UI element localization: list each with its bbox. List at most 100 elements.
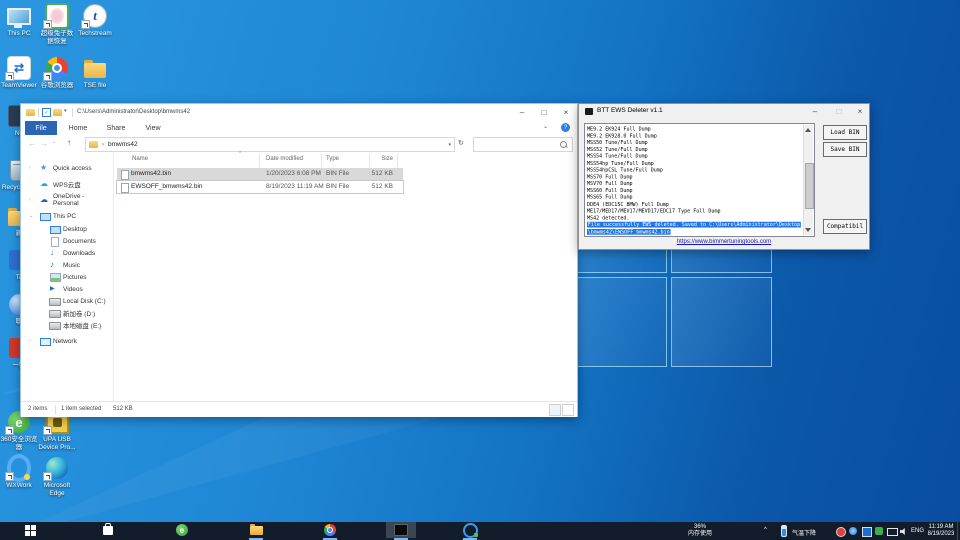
status-selected-size: 512 KB xyxy=(113,406,133,412)
sidebar-item-downloads[interactable]: ↓ Downloads xyxy=(21,247,111,259)
breadcrumb-chevron: › xyxy=(102,141,104,148)
breadcrumb-folder[interactable]: bmwms42 xyxy=(108,141,138,148)
search-input[interactable] xyxy=(473,137,573,152)
compatibility-button[interactable]: Compatibil xyxy=(823,219,867,234)
desktop-icon-techstream[interactable]: t Techstream xyxy=(76,4,114,38)
weather-text[interactable]: 气温下降 xyxy=(792,528,816,537)
tab-share[interactable]: Share xyxy=(99,121,133,135)
refresh-icon[interactable]: ↻ xyxy=(458,139,464,147)
sidebar-item-music[interactable]: ♪ Music xyxy=(21,259,111,271)
close-button[interactable]: × xyxy=(555,104,577,121)
sidebar-item-wps-cloud[interactable]: ☁ WPS云盘 xyxy=(21,178,111,190)
new-folder-icon[interactable] xyxy=(53,109,62,116)
tray-browser-icon[interactable] xyxy=(849,527,857,535)
tab-home[interactable]: Home xyxy=(61,121,95,135)
tray-green-app-icon[interactable] xyxy=(875,527,883,535)
sidebar-item-disk-e[interactable]: 本地磁盘 (E:) xyxy=(21,319,111,331)
show-desktop-button[interactable] xyxy=(957,522,958,540)
desktop-icon-teamviewer[interactable]: ⇄ TeamViewer xyxy=(0,56,38,90)
tray-expand-icon[interactable]: ^ xyxy=(764,527,767,533)
listbox-scrollbar[interactable] xyxy=(803,125,814,235)
search-icon xyxy=(560,141,567,148)
file-date: 1/20/2023 6:08 PM xyxy=(266,170,321,177)
details-view-button[interactable] xyxy=(549,404,561,416)
taskbar-360-browser[interactable]: e xyxy=(170,522,194,538)
sidebar-item-documents[interactable]: Documents xyxy=(21,235,111,247)
column-divider[interactable] xyxy=(397,154,398,167)
sidebar-item-videos[interactable]: ▶ Videos xyxy=(21,283,111,295)
column-header-size[interactable]: Size xyxy=(373,156,393,162)
column-header-name[interactable]: Name xyxy=(132,156,148,162)
desktop-icon-wxwork[interactable]: WXWork xyxy=(0,454,38,490)
maximize-button[interactable]: □ xyxy=(533,104,555,121)
column-divider[interactable] xyxy=(369,154,370,167)
sidebar-item-quick-access[interactable]: › ★ Quick access xyxy=(21,162,111,174)
sidebar-item-pictures[interactable]: Pictures xyxy=(21,271,111,283)
tray-360-icon[interactable] xyxy=(836,527,846,537)
memory-usage-widget[interactable]: 36% 内存使用 xyxy=(676,524,724,538)
help-icon[interactable]: ? xyxy=(561,123,570,132)
address-bar[interactable]: › bmwms42 ▾ xyxy=(85,137,455,152)
language-indicator[interactable]: ENG xyxy=(911,528,924,534)
expand-icon[interactable]: › xyxy=(29,337,31,345)
desktop-icon-tse-file[interactable]: TSE file xyxy=(76,56,114,90)
desktop-icon-edge[interactable]: Microsoft Edge xyxy=(38,456,76,498)
sidebar-item-local-disk-c[interactable]: Local Disk (C:) xyxy=(21,295,111,307)
start-button[interactable] xyxy=(18,522,42,538)
taskbar-q-app[interactable] xyxy=(458,522,482,538)
tab-view[interactable]: View xyxy=(137,121,169,135)
clock[interactable]: 11:19 AM 8/19/2023 xyxy=(925,524,957,538)
ews-titlebar[interactable]: BTT EWS Deleter v1.1 – □ × xyxy=(579,104,869,119)
shortcut-arrow-icon xyxy=(43,20,52,29)
load-bin-button[interactable]: Load BIN xyxy=(823,125,867,140)
sidebar-item-this-pc[interactable]: ⌄ This PC xyxy=(21,210,111,222)
qat-customize-icon[interactable]: ▾ xyxy=(64,108,67,114)
explorer-titlebar[interactable]: ✓ ▾ C:\Users\Administrator\Desktop\bmwms… xyxy=(21,104,577,121)
tray-defender-icon[interactable] xyxy=(862,527,872,537)
minimize-button[interactable]: – xyxy=(511,104,533,121)
back-icon[interactable]: ← xyxy=(28,139,36,148)
file-row[interactable]: EWSOFF_bmwms42.bin 8/19/2023 11:19 AM BI… xyxy=(116,180,404,194)
expand-icon[interactable]: › xyxy=(29,164,31,172)
expand-icon[interactable]: › xyxy=(29,196,31,204)
sidebar-item-disk-d[interactable]: 新加卷 (D:) xyxy=(21,307,111,319)
column-divider[interactable] xyxy=(321,154,322,167)
scroll-up-icon[interactable] xyxy=(805,128,811,132)
shortcut-arrow-icon xyxy=(5,72,14,81)
up-icon[interactable]: ↑ xyxy=(67,138,71,147)
taskbar-file-explorer[interactable] xyxy=(244,522,268,538)
sidebar-label: Network xyxy=(53,337,77,345)
ecu-type-listbox[interactable]: ME9.2 EK924 Full Dump ME9.2 EK928.0 Full… xyxy=(584,123,815,237)
close-button[interactable]: × xyxy=(851,104,869,118)
column-divider[interactable] xyxy=(259,154,260,167)
minimize-button[interactable]: – xyxy=(805,104,825,118)
file-row-selected[interactable]: bmwms42.bin 1/20/2023 6:08 PM BIN File 5… xyxy=(117,168,403,180)
taskbar-store[interactable] xyxy=(96,522,120,538)
sidebar-label: Pictures xyxy=(63,273,87,281)
scrollbar-thumb[interactable] xyxy=(805,163,814,209)
sidebar-item-onedrive[interactable]: › ☁ OneDrive - Personal xyxy=(21,193,111,207)
taskbar-chrome[interactable] xyxy=(318,522,342,538)
column-header-date[interactable]: Date modified xyxy=(266,156,303,162)
properties-icon[interactable]: ✓ xyxy=(42,108,51,117)
taskbar-ews-deleter-active[interactable] xyxy=(386,522,416,538)
sidebar-item-network[interactable]: › Network xyxy=(21,335,111,347)
sidebar-item-desktop[interactable]: Desktop xyxy=(21,223,111,235)
scroll-down-icon[interactable] xyxy=(805,228,811,232)
ribbon-collapse-icon[interactable]: ⌄ xyxy=(543,123,548,130)
website-link[interactable]: https://www.bimmertuningtools.com xyxy=(579,239,869,245)
network-status-icon[interactable] xyxy=(887,528,898,536)
thermometer-icon[interactable] xyxy=(781,525,787,537)
forward-icon[interactable]: → xyxy=(40,139,48,148)
collapse-icon[interactable]: ⌄ xyxy=(29,212,33,220)
recent-locations-icon[interactable]: ⌄ xyxy=(52,139,56,145)
sidebar-label: Documents xyxy=(63,237,96,245)
desktop-icon-chrome[interactable]: 谷歌浏览器 xyxy=(38,56,76,90)
desktop-icon-this-pc[interactable]: This PC xyxy=(0,4,38,38)
tab-file[interactable]: File xyxy=(25,121,57,135)
address-dropdown-icon[interactable]: ▾ xyxy=(448,142,451,148)
large-icons-view-button[interactable] xyxy=(562,404,574,416)
column-header-type[interactable]: Type xyxy=(326,156,339,162)
desktop-icon-super-rabbit[interactable]: 超级兔子数 据恢复 xyxy=(38,3,76,46)
save-bin-button[interactable]: Save BIN xyxy=(823,142,867,157)
